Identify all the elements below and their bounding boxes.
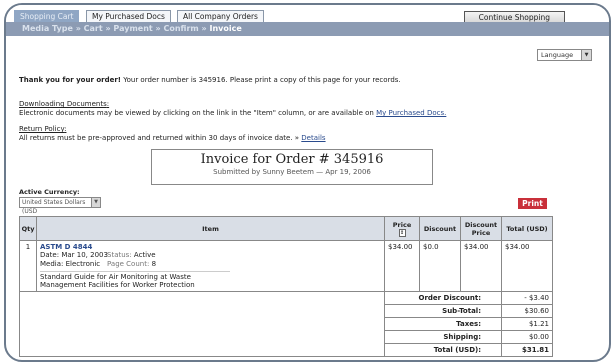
invoice-table: Qty Item Price ↕ Discount Discount Price… <box>19 216 553 357</box>
return-policy-text: All returns must be pre-approved and ret… <box>19 134 326 142</box>
currency-select-value: United States Dollars (USD <box>22 199 86 215</box>
table-row: 1 ASTM D 4844 Date: Mar 10, 2003 Status:… <box>19 240 553 292</box>
shipping-value: $0.00 <box>501 330 553 344</box>
discount-price-cell: $34.00 <box>460 240 502 292</box>
app-window: Shopping Cart My Purchased Docs All Comp… <box>4 3 611 362</box>
breadcrumb: Media Type » Cart » Payment » Confirm » … <box>22 24 242 33</box>
item-media: Electronic <box>65 260 101 268</box>
column-header-qty: Qty <box>19 216 37 241</box>
chevron-down-icon: ▼ <box>581 50 591 60</box>
summary-row: Order Discount: - $3.40 <box>19 291 553 357</box>
item-status: Active <box>133 251 156 259</box>
column-header-item: Item <box>36 216 385 241</box>
taxes-value: $1.21 <box>501 317 553 331</box>
item-page-count-label: Page Count: <box>107 260 150 268</box>
taxes-label: Taxes: <box>384 317 502 331</box>
tab-shopping-cart[interactable]: Shopping Cart <box>14 10 80 22</box>
thank-you-heading: Thank you for your order! <box>19 76 122 84</box>
breadcrumb-steps: Media Type » Cart » Payment » Confirm » <box>22 24 207 33</box>
tab-my-purchased-docs[interactable]: My Purchased Docs <box>86 10 171 22</box>
order-number-text: Your order number is 345916. Please prin… <box>123 76 401 84</box>
item-media-label: Media: <box>40 260 64 268</box>
tab-all-company-orders[interactable]: All Company Orders <box>177 10 264 22</box>
currency-select[interactable]: United States Dollars (USD ▼ <box>19 197 101 215</box>
invoice-title: Invoice for Order # 345916 <box>200 152 384 167</box>
breadcrumb-bar: Media Type » Cart » Payment » Confirm » … <box>6 22 609 36</box>
item-date-label: Date: <box>40 251 60 259</box>
grand-total-value: $31.81 <box>501 343 553 357</box>
order-discount-label: Order Discount: <box>384 291 502 305</box>
chevron-down-icon: ▼ <box>91 198 100 207</box>
column-header-price[interactable]: Price ↕ <box>384 216 420 241</box>
details-link[interactable]: Details <box>301 134 325 142</box>
downloading-heading: Downloading Documents: <box>19 100 110 108</box>
subtotal-label: Sub-Total: <box>384 304 502 318</box>
tab-bar: Shopping Cart My Purchased Docs All Comp… <box>6 5 609 24</box>
invoice-header-box: Invoice for Order # 345916 Submitted by … <box>151 149 433 185</box>
item-title-link[interactable]: ASTM D 4844 <box>40 243 381 251</box>
active-currency-label: Active Currency: <box>19 188 80 196</box>
column-header-total: Total (USD) <box>501 216 553 241</box>
shipping-label: Shipping: <box>384 330 502 344</box>
item-date: Mar 10, 2003 <box>61 251 108 259</box>
order-discount-value: - $3.40 <box>501 291 553 305</box>
grand-total-label: Total (USD): <box>384 343 502 357</box>
return-policy-heading: Return Policy: <box>19 125 67 133</box>
thank-you-message: Thank you for your order! Your order num… <box>19 76 401 84</box>
column-header-discount-price: Discount Price <box>460 216 502 241</box>
total-cell: $34.00 <box>501 240 553 292</box>
subtotal-value: $30.60 <box>501 304 553 318</box>
discount-cell: $0.0 <box>419 240 461 292</box>
invoice-subtitle: Submitted by Sunny Beetem — Apr 19, 2006 <box>213 168 371 176</box>
price-cell: $34.00 <box>384 240 420 292</box>
downloading-text: Electronic documents may be viewed by cl… <box>19 109 447 117</box>
item-cell: ASTM D 4844 Date: Mar 10, 2003 Status: A… <box>36 240 385 292</box>
sort-icon[interactable]: ↕ <box>398 228 406 237</box>
table-header-row: Qty Item Price ↕ Discount Discount Price… <box>19 216 553 241</box>
item-description: Standard Guide for Air Monitoring at Was… <box>40 271 230 289</box>
language-select-value: Language <box>541 51 574 59</box>
qty-cell: 1 <box>19 240 37 292</box>
print-button[interactable]: Print <box>518 198 547 209</box>
breadcrumb-current: Invoice <box>209 24 242 33</box>
column-header-discount: Discount <box>419 216 461 241</box>
my-purchased-docs-link[interactable]: My Purchased Docs. <box>376 109 446 117</box>
language-select[interactable]: Language ▼ <box>537 49 592 61</box>
item-page-count: 8 <box>151 260 157 268</box>
item-status-label: Status: <box>107 251 132 259</box>
